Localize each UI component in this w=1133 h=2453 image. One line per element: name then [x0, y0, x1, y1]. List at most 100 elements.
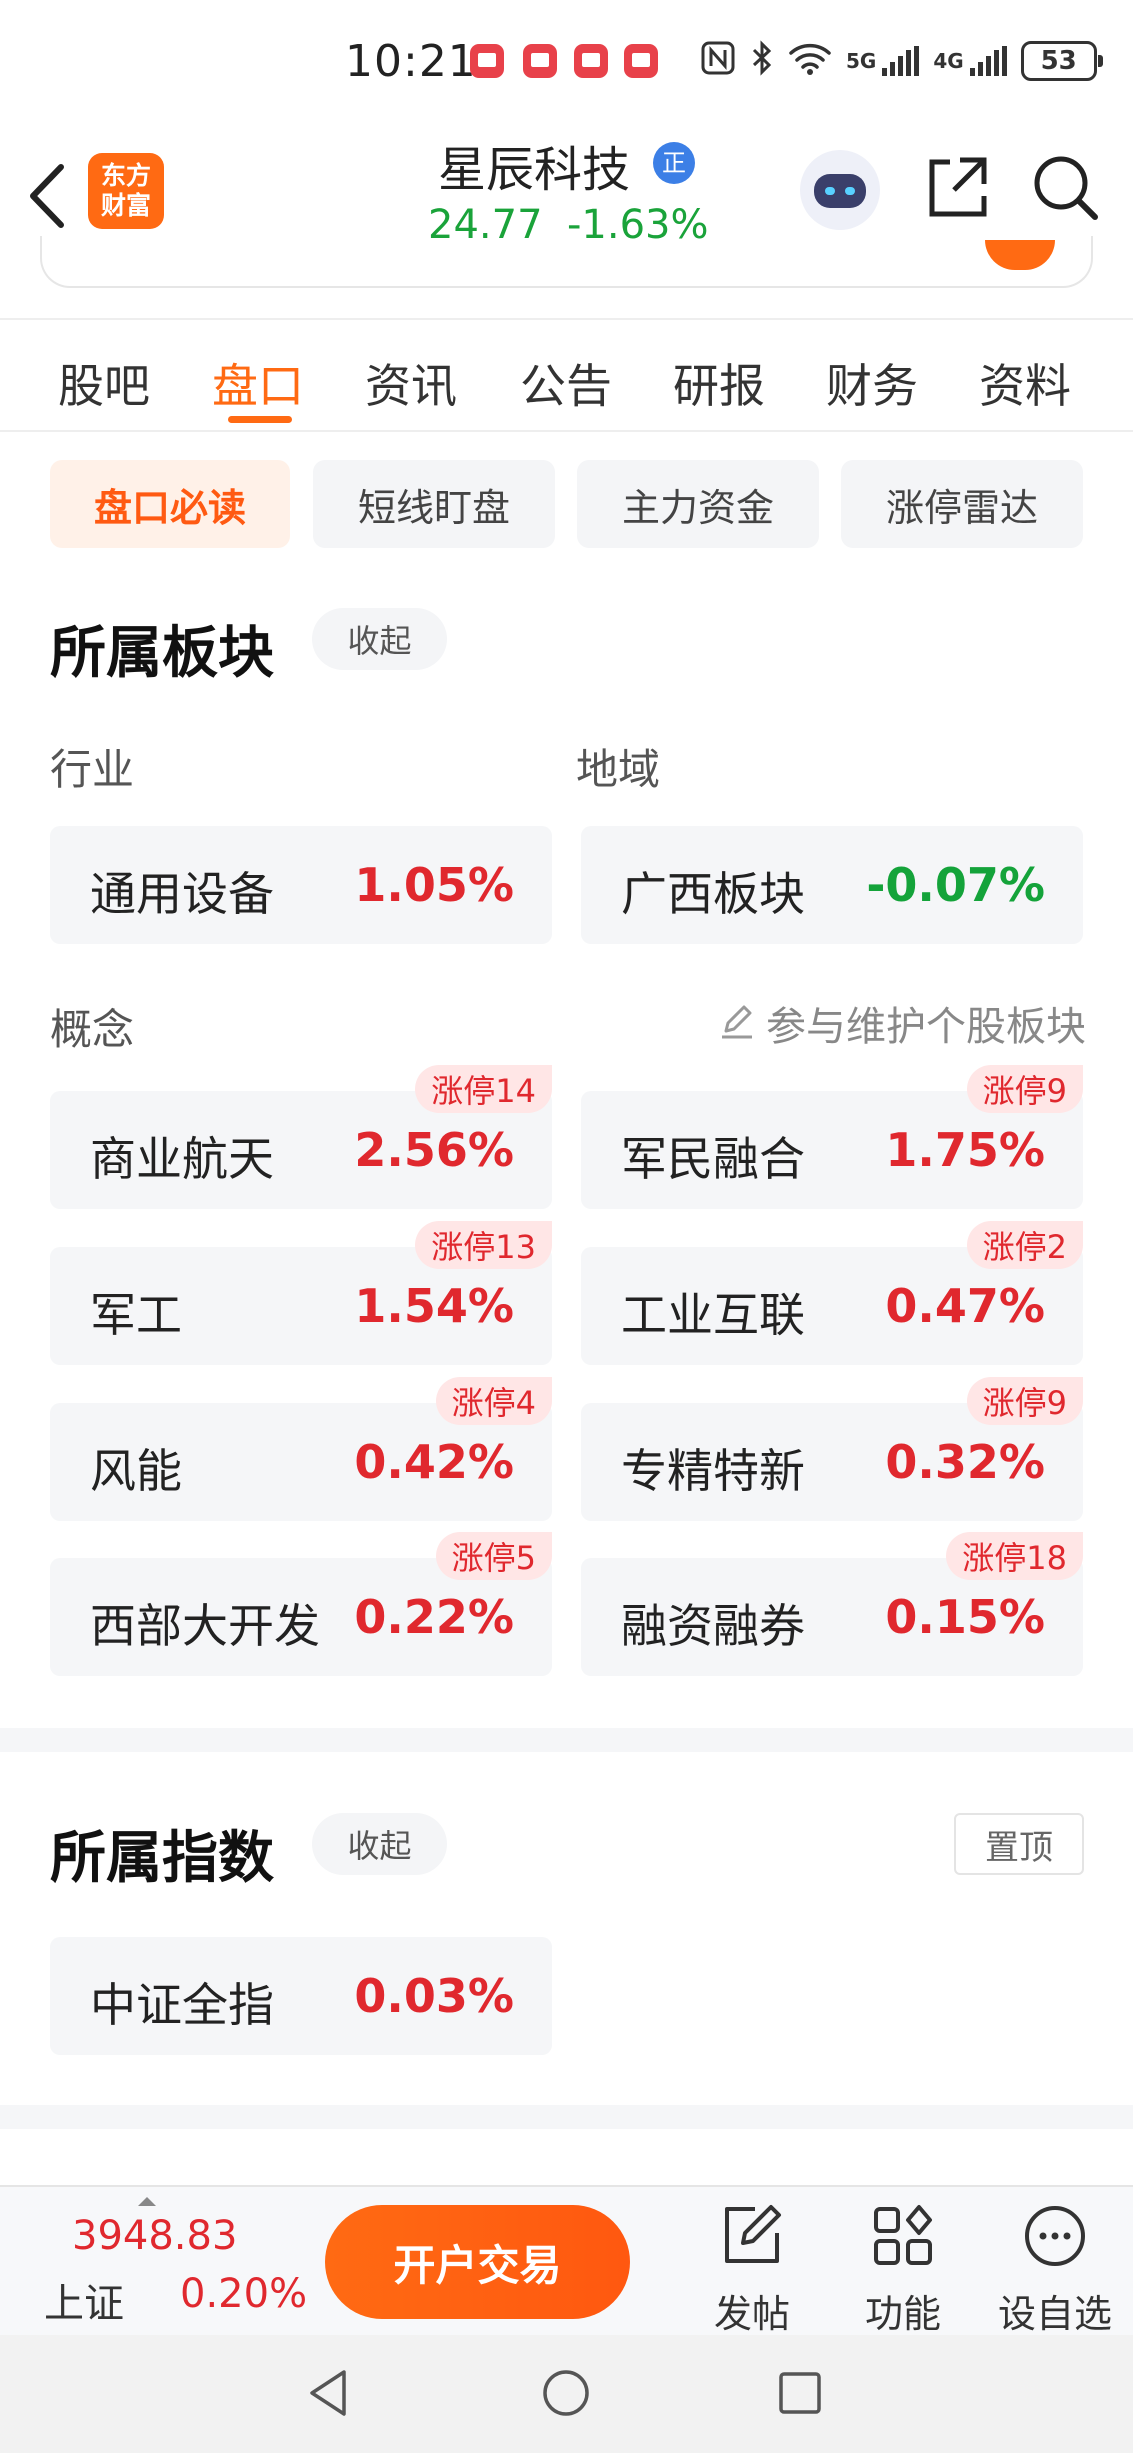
concept-name: 风能 — [90, 1444, 182, 1498]
tab-finance[interactable]: 财务 — [826, 350, 918, 416]
concept-change: 1.54% — [354, 1279, 514, 1333]
pin-top-button[interactable]: 置顶 — [954, 1813, 1084, 1875]
signal-strength-icon — [969, 46, 1007, 76]
status-time: 10:21 — [345, 36, 477, 87]
tab-pankou[interactable]: 盘口 — [212, 350, 304, 416]
concept-change: 1.75% — [885, 1123, 1045, 1177]
industry-card[interactable]: 通用设备 1.05% — [50, 826, 552, 944]
grid-icon — [874, 2205, 932, 2265]
features-button[interactable]: 功能 — [838, 2197, 968, 2336]
tab-profile[interactable]: 资料 — [979, 350, 1071, 416]
system-status-icons: 5G 4G 53 — [700, 36, 1103, 86]
back-button[interactable] — [22, 156, 72, 236]
search-icon — [1034, 156, 1098, 220]
tab-news[interactable]: 资讯 — [365, 350, 457, 416]
region-card[interactable]: 广西板块 -0.07% — [581, 826, 1083, 944]
sector-name: 广西板块 — [621, 867, 805, 921]
add-watchlist-button[interactable]: 设自选 — [990, 2197, 1120, 2336]
search-button[interactable] — [1030, 152, 1102, 224]
caret-up-icon[interactable] — [138, 2197, 156, 2206]
notification-app-icon — [470, 44, 504, 78]
nav-back-button[interactable] — [296, 2361, 360, 2425]
sector-change: 1.05% — [354, 858, 514, 912]
robot-face-icon — [814, 174, 866, 208]
signal-strength-icon — [882, 46, 920, 76]
limit-up-badge: 涨停4 — [435, 1377, 552, 1425]
status-bar: 10:21 5G 4G 53 — [0, 0, 1133, 120]
region-label: 地域 — [576, 745, 661, 794]
maintain-sectors-label: 参与维护个股板块 — [766, 1004, 1086, 1050]
index-card[interactable]: 中证全指 0.03% — [50, 1937, 552, 2055]
tab-bar: 股吧 盘口 资讯 公告 研报 财务 资料 — [0, 320, 1133, 432]
tab-research[interactable]: 研报 — [673, 350, 765, 416]
concept-change: 0.47% — [885, 1279, 1045, 1333]
concept-name: 融资融券 — [621, 1599, 805, 1653]
concept-name: 商业航天 — [90, 1132, 274, 1186]
notification-app-icon — [624, 44, 658, 78]
concept-card[interactable]: 涨停14 商业航天 2.56% — [50, 1065, 552, 1209]
eastmoney-logo[interactable]: 东方 财富 — [88, 153, 164, 229]
limit-up-badge: 涨停2 — [966, 1221, 1083, 1269]
section-separator — [0, 2105, 1133, 2129]
network-5g-label: 5G — [846, 49, 877, 73]
sector-change: -0.07% — [866, 858, 1045, 912]
network-4g-label: 4G — [933, 49, 964, 73]
bottom-action-bar: 3948.83 上证 0.20% 开户交易 发帖 功能 设自选 — [0, 2185, 1133, 2336]
index-change: 0.03% — [354, 1969, 514, 2023]
concept-change: 0.42% — [354, 1435, 514, 1489]
subtab-limit-up-radar[interactable]: 涨停雷达 — [841, 460, 1083, 548]
notification-app-icon — [574, 44, 608, 78]
stock-name[interactable]: 星辰科技 — [438, 130, 630, 200]
share-button[interactable] — [920, 152, 992, 224]
post-button[interactable]: 发帖 — [687, 2197, 817, 2336]
indices-collapse-button[interactable]: 收起 — [312, 1813, 447, 1875]
concept-name: 工业互联 — [621, 1288, 805, 1342]
concept-card[interactable]: 涨停18 融资融券 0.15% — [581, 1532, 1083, 1676]
limit-up-badge: 涨停13 — [415, 1221, 552, 1269]
post-label: 发帖 — [713, 2292, 790, 2336]
nav-recents-button[interactable] — [768, 2361, 832, 2425]
limit-up-badge: 涨停18 — [946, 1532, 1083, 1580]
stock-status-badge: 正 — [653, 142, 695, 184]
open-account-trade-button[interactable]: 开户交易 — [325, 2205, 630, 2319]
subtab-short-term[interactable]: 短线盯盘 — [313, 460, 555, 548]
limit-up-badge: 涨停14 — [415, 1065, 552, 1113]
active-tab-indicator — [228, 416, 292, 423]
tab-announcements[interactable]: 公告 — [520, 350, 612, 416]
ai-assistant-icon[interactable] — [800, 150, 880, 230]
subtab-must-read[interactable]: 盘口必读 — [50, 460, 290, 548]
search-bar-edge — [40, 236, 1093, 288]
maintain-sectors-link[interactable]: 参与维护个股板块 — [716, 994, 1086, 1052]
concept-card[interactable]: 涨停2 工业互联 0.47% — [581, 1221, 1083, 1365]
index-name: 中证全指 — [90, 1978, 274, 2032]
wifi-icon — [788, 41, 832, 82]
concept-card[interactable]: 涨停9 专精特新 0.32% — [581, 1377, 1083, 1521]
nfc-icon — [700, 40, 736, 83]
concept-card[interactable]: 涨停13 军工 1.54% — [50, 1221, 552, 1365]
subtab-main-funds[interactable]: 主力资金 — [577, 460, 819, 548]
concept-name: 军民融合 — [621, 1132, 805, 1186]
robot-eye — [825, 187, 835, 195]
concept-card[interactable]: 涨停9 军民融合 1.75% — [581, 1065, 1083, 1209]
more-icon — [1025, 2206, 1085, 2266]
sectors-collapse-button[interactable]: 收起 — [312, 608, 447, 670]
robot-eye — [845, 187, 855, 195]
section-separator — [0, 1728, 1133, 1752]
shanghai-index-change[interactable]: 0.20% — [180, 2271, 307, 2317]
concept-change: 0.32% — [885, 1435, 1045, 1489]
concept-label: 概念 — [50, 1005, 135, 1054]
concept-name: 军工 — [90, 1288, 182, 1342]
edit-icon — [722, 1005, 752, 1039]
share-icon — [929, 157, 987, 217]
nav-home-button[interactable] — [534, 2361, 598, 2425]
bluetooth-icon — [750, 39, 774, 83]
tab-guba[interactable]: 股吧 — [58, 350, 150, 416]
shanghai-index-value[interactable]: 3948.83 — [72, 2213, 237, 2259]
sectors-title: 所属板块 — [50, 621, 274, 686]
battery-level: 53 — [1040, 46, 1077, 76]
concept-card[interactable]: 涨停4 风能 0.42% — [50, 1377, 552, 1521]
concept-card[interactable]: 涨停5 西部大开发 0.22% — [50, 1532, 552, 1676]
indices-title: 所属指数 — [50, 1826, 274, 1891]
shanghai-index-name[interactable]: 上证 — [44, 2271, 124, 2329]
limit-up-badge: 涨停5 — [435, 1532, 552, 1580]
